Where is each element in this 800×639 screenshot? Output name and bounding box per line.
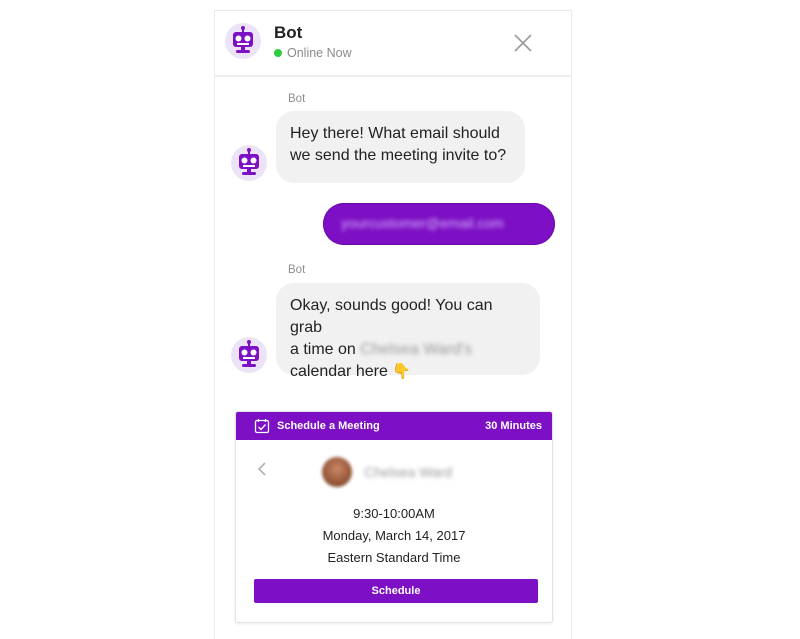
status-text: Online Now [287,46,352,60]
schedule-card-header: Schedule a Meeting 30 Minutes [236,412,552,440]
schedule-title: Schedule a Meeting [277,420,380,432]
host-avatar [322,457,352,487]
meeting-timezone: Eastern Standard Time [327,550,461,565]
message-line: Hey there! What email should [290,125,500,142]
calendar-check-icon [254,419,270,434]
online-status: Online Now [274,46,352,60]
schedule-button[interactable]: Schedule [254,579,538,603]
bot-avatar-icon [225,23,261,59]
chevron-left-icon[interactable] [256,460,268,478]
chat-header: Bot Online Now [215,11,571,77]
host-name: Chelsea Ward [364,464,453,480]
bot-message-bubble: Okay, sounds good! You can grab a time o… [276,283,540,380]
chat-widget: Bot Online Now Bot Hey there! What email… [214,10,572,639]
bot-message-bubble: Hey there! What email should we send the… [276,111,525,183]
close-icon[interactable] [511,31,535,55]
message-line: we send the meeting invite to? [290,147,507,164]
message-line: Okay, sounds good! You can grab [290,297,493,336]
meeting-time: 9:30-10:00AM [353,506,435,521]
user-message-bubble: yourcustomer@email.com [323,203,555,245]
message-text: a time on [290,341,356,358]
message-line: a time on Chelsea Ward's [290,339,526,361]
message-text: calendar here [290,363,388,380]
bot-name: Bot [274,23,303,42]
user-email-text: yourcustomer@email.com [341,215,504,231]
message-line: calendar here 👇 [290,361,526,383]
meeting-duration: 30 Minutes [485,420,542,432]
bot-avatar-icon [231,337,267,373]
host-name-link: Chelsea Ward's [360,341,473,358]
sender-label: Bot [288,93,306,105]
schedule-meeting-card: Schedule a Meeting 30 Minutes Chelsea Wa… [235,411,553,623]
sender-label: Bot [288,264,306,276]
bot-avatar-icon [231,145,267,181]
meeting-date: Monday, March 14, 2017 [322,528,466,543]
pointing-down-icon: 👇 [392,363,411,380]
status-dot [274,49,282,57]
